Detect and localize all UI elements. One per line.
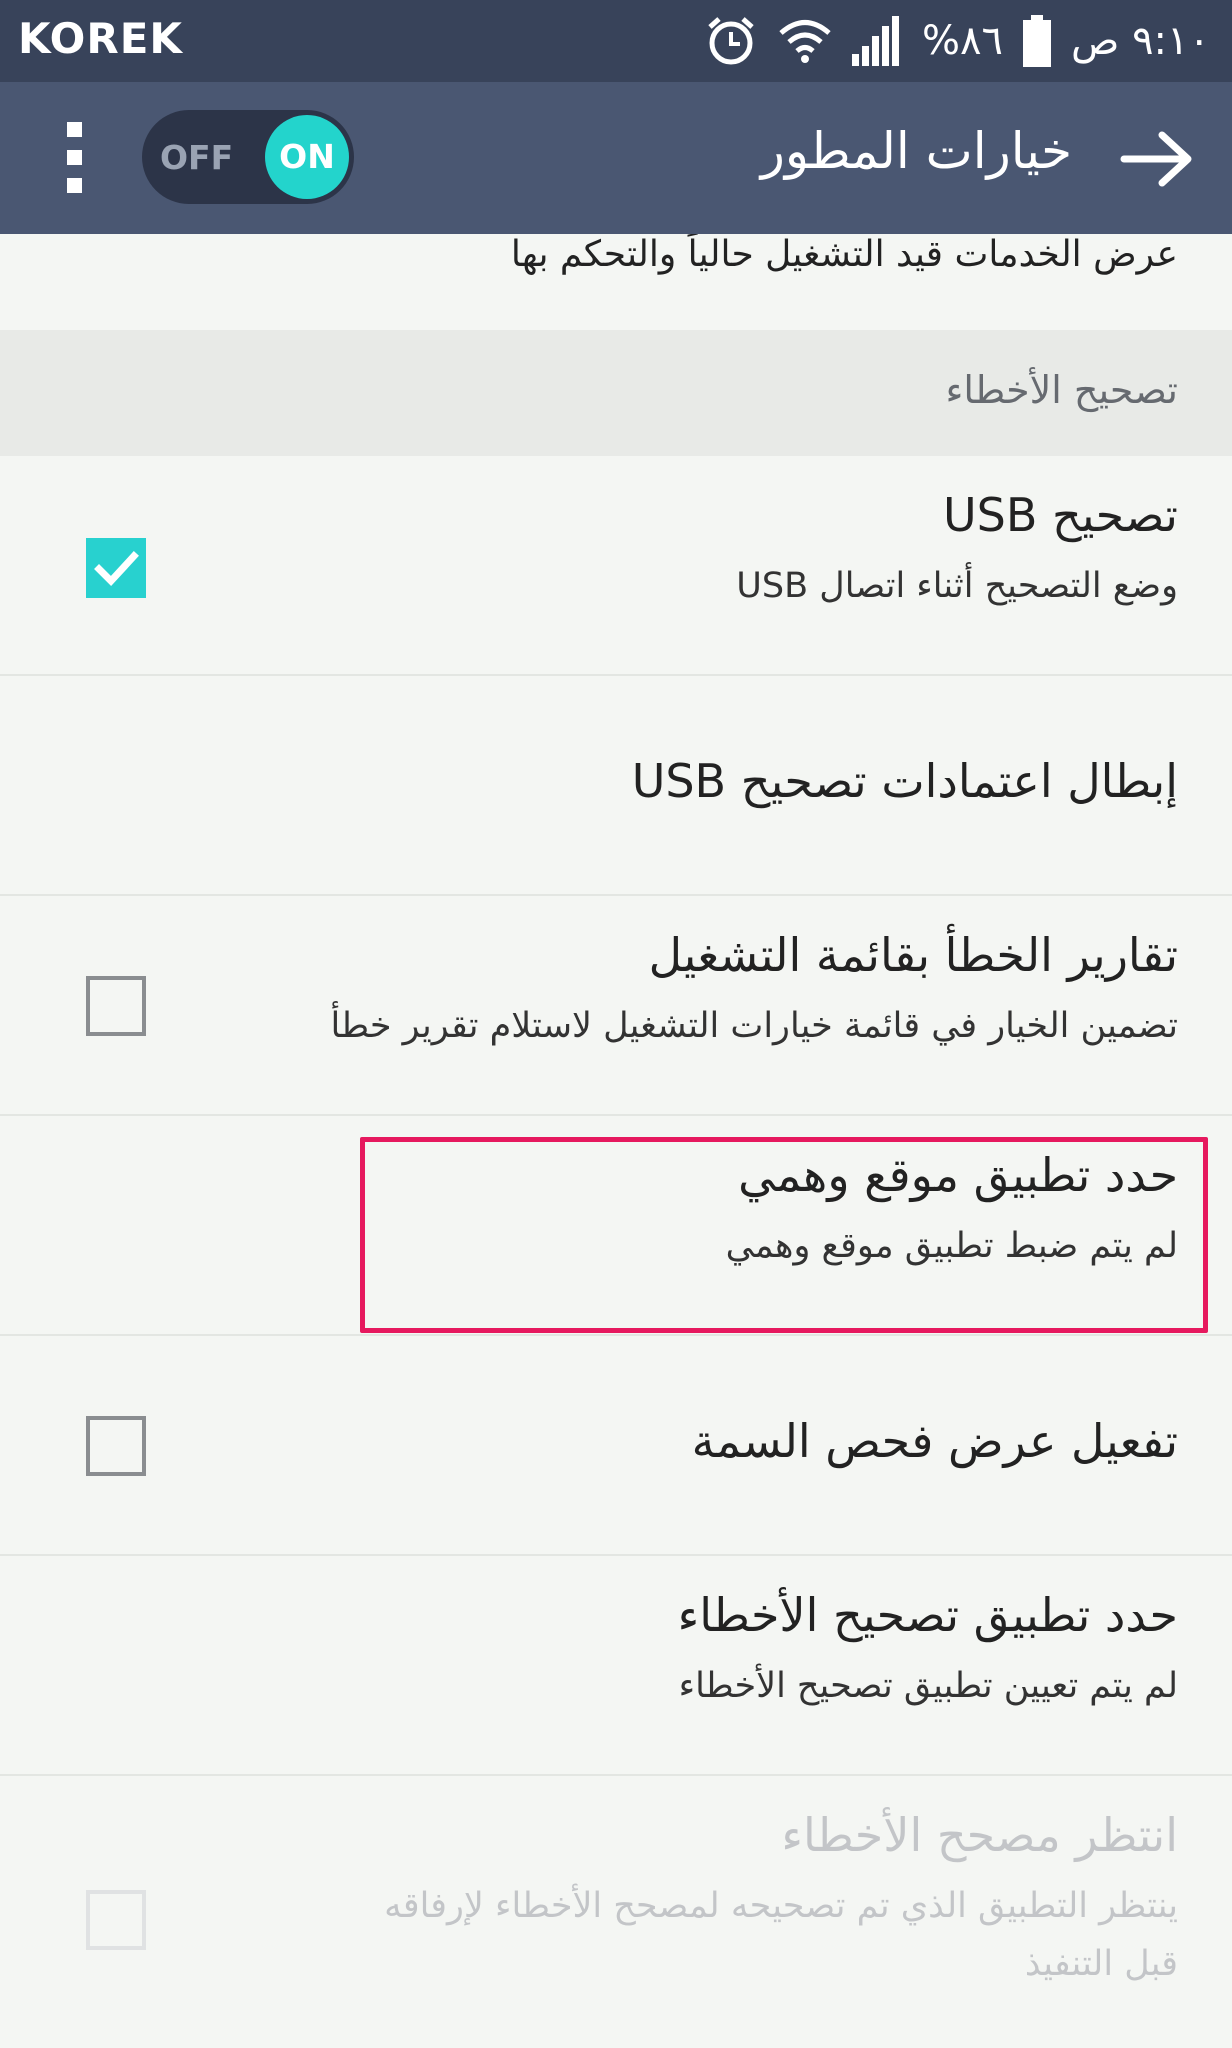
- item-title: إبطال اعتمادات تصحيح USB: [631, 754, 1178, 808]
- checkmark-icon: [94, 551, 139, 587]
- status-icons: %٨٦ ٩:١٠ ص: [704, 10, 1210, 72]
- battery-percent: %٨٦: [922, 18, 1003, 64]
- back-arrow-icon[interactable]: [1120, 130, 1194, 188]
- bug-report-shortcut-item[interactable]: تقارير الخطأ بقائمة التشغيل تضمين الخيار…: [0, 896, 1232, 1116]
- settings-list[interactable]: عرض الخدمات قيد التشغيل حالياً والتحكم ب…: [0, 234, 1232, 2048]
- item-subtitle: ينتظر التطبيق الذي تم تصحيحه لمصحح الأخط…: [384, 1886, 1178, 1926]
- section-title: تصحيح الأخطاء: [945, 368, 1178, 412]
- usb-debugging-item[interactable]: تصحيح USB وضع التصحيح أثناء اتصال USB: [0, 456, 1232, 676]
- signal-icon: [852, 16, 902, 66]
- highlight-box: [360, 1137, 1208, 1333]
- item-subtitle: وضع التصحيح أثناء اتصال USB: [736, 566, 1178, 606]
- battery-icon: [1022, 15, 1051, 67]
- app-bar: OFF ON خيارات المطور: [0, 82, 1232, 234]
- clock: ٩:١٠ ص: [1070, 18, 1210, 64]
- wifi-icon: [778, 18, 832, 64]
- alarm-icon: [704, 14, 758, 68]
- select-debug-app-item[interactable]: حدد تطبيق تصحيح الأخطاء لم يتم تعيين تطب…: [0, 1556, 1232, 1776]
- page-title: خيارات المطور: [760, 122, 1072, 180]
- item-title: انتظر مصحح الأخطاء: [781, 1808, 1178, 1862]
- item-title: تقارير الخطأ بقائمة التشغيل: [648, 928, 1178, 982]
- usb-debugging-checkbox[interactable]: [86, 538, 146, 598]
- carrier-name: KOREK: [18, 14, 183, 63]
- revoke-usb-authorizations-item[interactable]: إبطال اعتمادات تصحيح USB: [0, 676, 1232, 896]
- running-services-subtitle: عرض الخدمات قيد التشغيل حالياً والتحكم ب…: [510, 234, 1178, 275]
- item-title: تصحيح USB: [942, 488, 1178, 542]
- overflow-menu-icon[interactable]: [58, 122, 92, 194]
- item-subtitle-line2: قبل التنفيذ: [1024, 1944, 1178, 1984]
- bug-report-checkbox[interactable]: [86, 976, 146, 1036]
- item-title: تفعيل عرض فحص السمة: [691, 1414, 1178, 1468]
- wait-for-debugger-checkbox: [86, 1890, 146, 1950]
- running-services-item[interactable]: عرض الخدمات قيد التشغيل حالياً والتحكم ب…: [0, 234, 1232, 328]
- wait-for-debugger-item: انتظر مصحح الأخطاء ينتظر التطبيق الذي تم…: [0, 1776, 1232, 2048]
- attribute-inspection-checkbox[interactable]: [86, 1416, 146, 1476]
- toggle-knob: ON: [265, 115, 349, 199]
- developer-options-toggle[interactable]: OFF ON: [142, 110, 354, 204]
- toggle-off-label: OFF: [160, 138, 234, 177]
- view-attribute-inspection-item[interactable]: تفعيل عرض فحص السمة: [0, 1336, 1232, 1556]
- section-header-debugging: تصحيح الأخطاء: [0, 330, 1232, 456]
- item-title: حدد تطبيق تصحيح الأخطاء: [677, 1588, 1178, 1642]
- item-subtitle: لم يتم تعيين تطبيق تصحيح الأخطاء: [678, 1666, 1178, 1706]
- status-bar: KOREK %٨٦ ٩:١٠ ص: [0, 0, 1232, 82]
- item-subtitle: تضمين الخيار في قائمة خيارات التشغيل لاس…: [330, 1006, 1178, 1046]
